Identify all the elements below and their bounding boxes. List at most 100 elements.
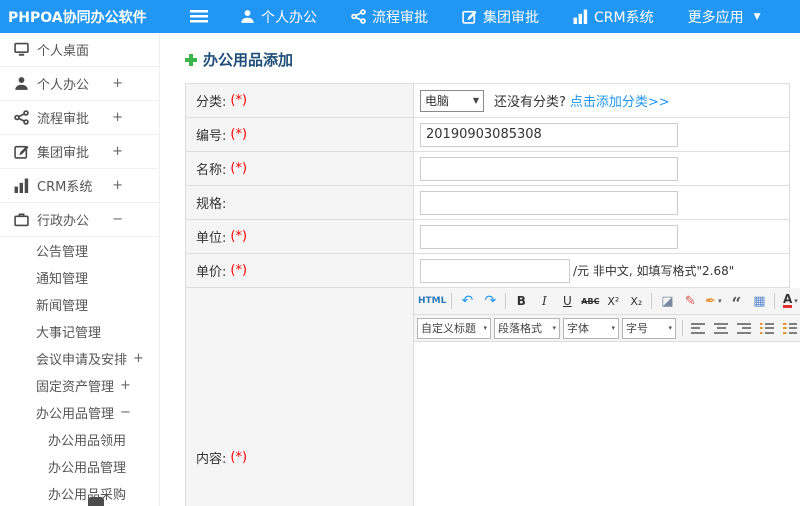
page-title-text: 办公用品添加 [203, 51, 294, 69]
expand-toggle[interactable]: + [112, 76, 151, 91]
sidebar-item-supplies-purchase[interactable]: 办公用品采购 [0, 480, 159, 506]
unit-input[interactable] [420, 224, 678, 249]
heading-style-select[interactable]: 自定义标题 ▾ [417, 317, 491, 339]
expand-toggle[interactable]: − [112, 212, 151, 227]
app-logo[interactable]: PHPOA协同办公软件 [0, 7, 162, 27]
menu-toggle-icon[interactable] [190, 10, 208, 23]
insert-image-button[interactable]: ▦ [748, 291, 770, 312]
redo-button[interactable]: ↷ [479, 291, 501, 312]
category-select[interactable]: 电脑 ▼ [420, 89, 484, 112]
align-center-icon [714, 322, 728, 334]
nav-crm-system[interactable]: CRM系统 [573, 7, 654, 27]
expand-toggle[interactable]: + [112, 178, 151, 193]
sidebar-item-label: 固定资产管理 [36, 380, 115, 395]
caret-down-icon: ▼ [753, 11, 761, 22]
toolbar-divider [774, 293, 776, 309]
sidebar-item-personal-office[interactable]: 个人办公 + [0, 67, 159, 101]
italic-button[interactable]: I [533, 291, 555, 312]
briefcase-icon [14, 212, 29, 227]
paragraph-format-select[interactable]: 段落格式 ▾ [494, 317, 560, 339]
form-row-price: 单价: (*) /元 非中文, 如填写格式"2.68" [186, 254, 789, 288]
add-plus-icon [185, 53, 197, 66]
caret-down-icon: ▾ [552, 324, 556, 332]
expand-toggle[interactable]: + [120, 378, 131, 393]
select-label: 自定义标题 [421, 322, 476, 335]
form-row-category: 分类: (*) 电脑 ▼ 还没有分类? 点击添加分类>> [186, 84, 789, 118]
align-right-icon [737, 322, 751, 334]
undo-button[interactable]: ↶ [456, 291, 478, 312]
format-brush-button[interactable]: ✎ [679, 291, 701, 312]
sidebar-item-label: 通知管理 [36, 272, 89, 287]
label-text: 分类: [196, 95, 227, 110]
nav-process-approval[interactable]: 流程审批 [351, 7, 428, 27]
sidebar-item-admin-office[interactable]: 行政办公 − [0, 203, 159, 237]
insert-pen-button[interactable]: ✒ ▾ [702, 291, 724, 312]
label-text: 规格: [196, 197, 227, 212]
label-text: 单价: [196, 265, 227, 280]
toolbar-divider [651, 293, 653, 309]
remove-format-button[interactable]: ◪ [656, 291, 678, 312]
scrollbar-thumb[interactable] [88, 497, 104, 506]
sidebar-item-label: 办公用品管理 [48, 461, 127, 476]
font-size-select[interactable]: 字号 ▾ [622, 317, 676, 339]
sidebar-item-supplies-manage[interactable]: 办公用品管理 [0, 453, 159, 480]
code-input[interactable] [420, 122, 678, 147]
align-center-button[interactable] [710, 318, 732, 339]
label-text: 内容: [196, 452, 227, 467]
sidebar-item-news-mgmt[interactable]: 新闻管理 [0, 291, 159, 318]
name-input[interactable] [420, 156, 678, 181]
ordered-list-icon [783, 322, 797, 334]
sidebar-item-label: 流程审批 [37, 112, 90, 127]
ordered-list-button[interactable] [779, 318, 800, 339]
sidebar-item-supplies-collect[interactable]: 办公用品领用 [0, 426, 159, 453]
superscript-button[interactable]: X² [602, 291, 624, 312]
align-left-button[interactable] [687, 318, 709, 339]
unordered-list-button[interactable] [756, 318, 778, 339]
align-right-button[interactable] [733, 318, 755, 339]
price-input[interactable] [420, 258, 570, 283]
field-label-price: 单价: (*) [186, 254, 414, 287]
editor-content-area[interactable] [414, 342, 800, 506]
spec-input[interactable] [420, 190, 678, 215]
sidebar-item-crm-system[interactable]: CRM系统 + [0, 169, 159, 203]
font-family-select[interactable]: 字体 ▾ [563, 317, 619, 339]
category-selected-value: 电脑 [425, 94, 450, 108]
sidebar-item-meeting-request[interactable]: 会议申请及安排 + [0, 345, 159, 372]
source-code-button[interactable]: HTML [417, 291, 447, 312]
add-category-link[interactable]: 点击添加分类>> [570, 91, 670, 110]
bold-button[interactable]: B [510, 291, 532, 312]
sidebar-item-process-approval[interactable]: 流程审批 + [0, 101, 159, 135]
sidebar-item-notice-mgmt[interactable]: 通知管理 [0, 264, 159, 291]
sidebar-item-fixed-assets-mgmt[interactable]: 固定资产管理 + [0, 372, 159, 399]
sidebar-item-events-mgmt[interactable]: 大事记管理 [0, 318, 159, 345]
expand-toggle[interactable]: − [120, 405, 131, 420]
required-mark: (*) [230, 229, 248, 244]
sidebar-item-label: CRM系统 [37, 180, 93, 195]
subscript-button[interactable]: X₂ [625, 291, 647, 312]
editor-toolbar-row2: 自定义标题 ▾ 段落格式 ▾ 字体 ▾ 字号 ▾ [414, 315, 800, 342]
sidebar-item-announcement-mgmt[interactable]: 公告管理 [0, 237, 159, 264]
top-navbar: PHPOA协同办公软件 个人办公 流程审批 集团审批 CRM系统 更多应用 ▼ [0, 0, 800, 33]
sidebar-item-group-approval[interactable]: 集团审批 + [0, 135, 159, 169]
edit-icon [462, 9, 477, 24]
required-mark: (*) [230, 263, 248, 278]
user-icon [240, 9, 255, 24]
underline-button[interactable]: U [556, 291, 578, 312]
expand-toggle[interactable]: + [133, 351, 144, 366]
toolbar-divider [682, 320, 683, 336]
strikethrough-button[interactable]: ABC [579, 291, 601, 312]
expand-toggle[interactable]: + [112, 110, 151, 125]
nav-group-approval[interactable]: 集团审批 [462, 7, 539, 27]
main-content: 办公用品添加 分类: (*) 电脑 ▼ 还没有分类? 点击添加分类>> 编号: … [160, 33, 800, 506]
sidebar-item-label: 行政办公 [37, 214, 90, 229]
field-value-price: /元 非中文, 如填写格式"2.68" [414, 254, 789, 287]
sidebar-item-office-supplies-mgmt[interactable]: 办公用品管理 − [0, 399, 159, 426]
blockquote-button[interactable]: “ [725, 291, 747, 314]
nav-more-apps[interactable]: 更多应用 ▼ [688, 7, 761, 27]
nav-personal-office[interactable]: 个人办公 [240, 7, 317, 27]
caret-down-icon: ▾ [668, 324, 672, 332]
expand-toggle[interactable]: + [112, 144, 151, 159]
font-color-button[interactable]: A ▾ [779, 291, 800, 312]
sidebar-item-personal-desktop[interactable]: 个人桌面 [0, 33, 159, 67]
form-row-code: 编号: (*) [186, 118, 789, 152]
